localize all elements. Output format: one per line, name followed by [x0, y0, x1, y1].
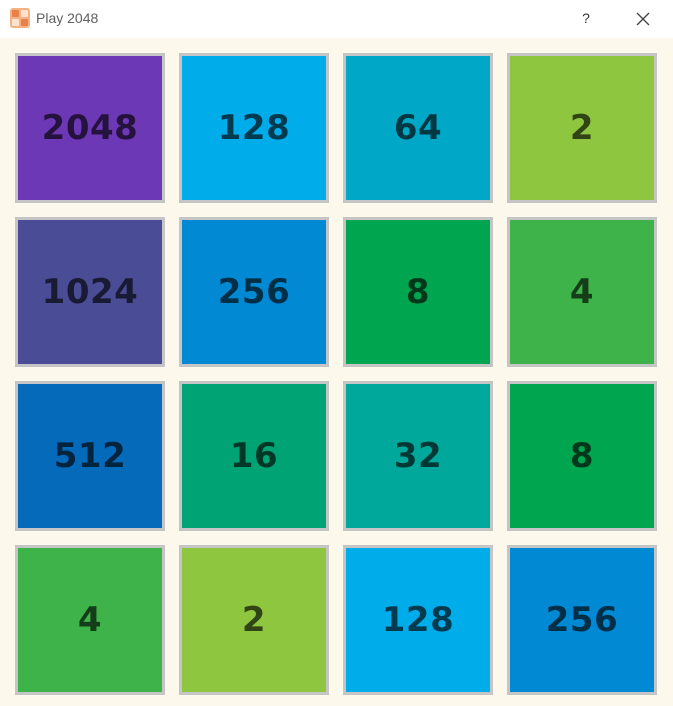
tile-value: 4	[569, 272, 595, 312]
title-bar: Play 2048 ?	[0, 0, 673, 38]
tile-r1-c3: 64	[343, 53, 493, 203]
tile-value: 32	[393, 436, 443, 476]
game-window: Play 2048 ? 2048 128 64 2 1024 256 8 4 512 16 32 8 4…	[0, 0, 673, 706]
tile-r3-c1: 512	[15, 381, 165, 531]
tile-value: 256	[545, 600, 619, 640]
tile-r1-c2: 128	[179, 53, 329, 203]
tile-r2-c4: 4	[507, 217, 657, 367]
tile-value: 512	[53, 436, 127, 476]
tile-r3-c2: 16	[179, 381, 329, 531]
tile-r4-c3: 128	[343, 545, 493, 695]
tile-value: 8	[405, 272, 431, 312]
tile-value: 1024	[41, 272, 139, 312]
help-button[interactable]: ?	[572, 4, 600, 32]
game-board[interactable]: 2048 128 64 2 1024 256 8 4 512 16 32 8 4 2 128 256	[0, 38, 673, 706]
tile-value: 16	[229, 436, 279, 476]
tile-r3-c4: 8	[507, 381, 657, 531]
tile-r4-c1: 4	[15, 545, 165, 695]
tile-r4-c2: 2	[179, 545, 329, 695]
tile-r2-c2: 256	[179, 217, 329, 367]
tile-value: 8	[569, 436, 595, 476]
tile-r1-c1: 2048	[15, 53, 165, 203]
close-button[interactable]	[628, 4, 658, 34]
tile-r2-c1: 1024	[15, 217, 165, 367]
tile-value: 4	[77, 600, 103, 640]
close-icon	[636, 12, 650, 26]
tile-value: 2	[569, 108, 595, 148]
tile-r3-c3: 32	[343, 381, 493, 531]
tile-value: 2048	[41, 108, 139, 148]
tile-r4-c4: 256	[507, 545, 657, 695]
window-title: Play 2048	[36, 10, 99, 26]
app-icon	[10, 8, 30, 28]
tile-value: 128	[217, 108, 291, 148]
tile-value: 64	[393, 108, 443, 148]
tile-value: 128	[381, 600, 455, 640]
tile-r2-c3: 8	[343, 217, 493, 367]
tile-value: 256	[217, 272, 291, 312]
tile-value: 2	[241, 600, 267, 640]
tile-r1-c4: 2	[507, 53, 657, 203]
